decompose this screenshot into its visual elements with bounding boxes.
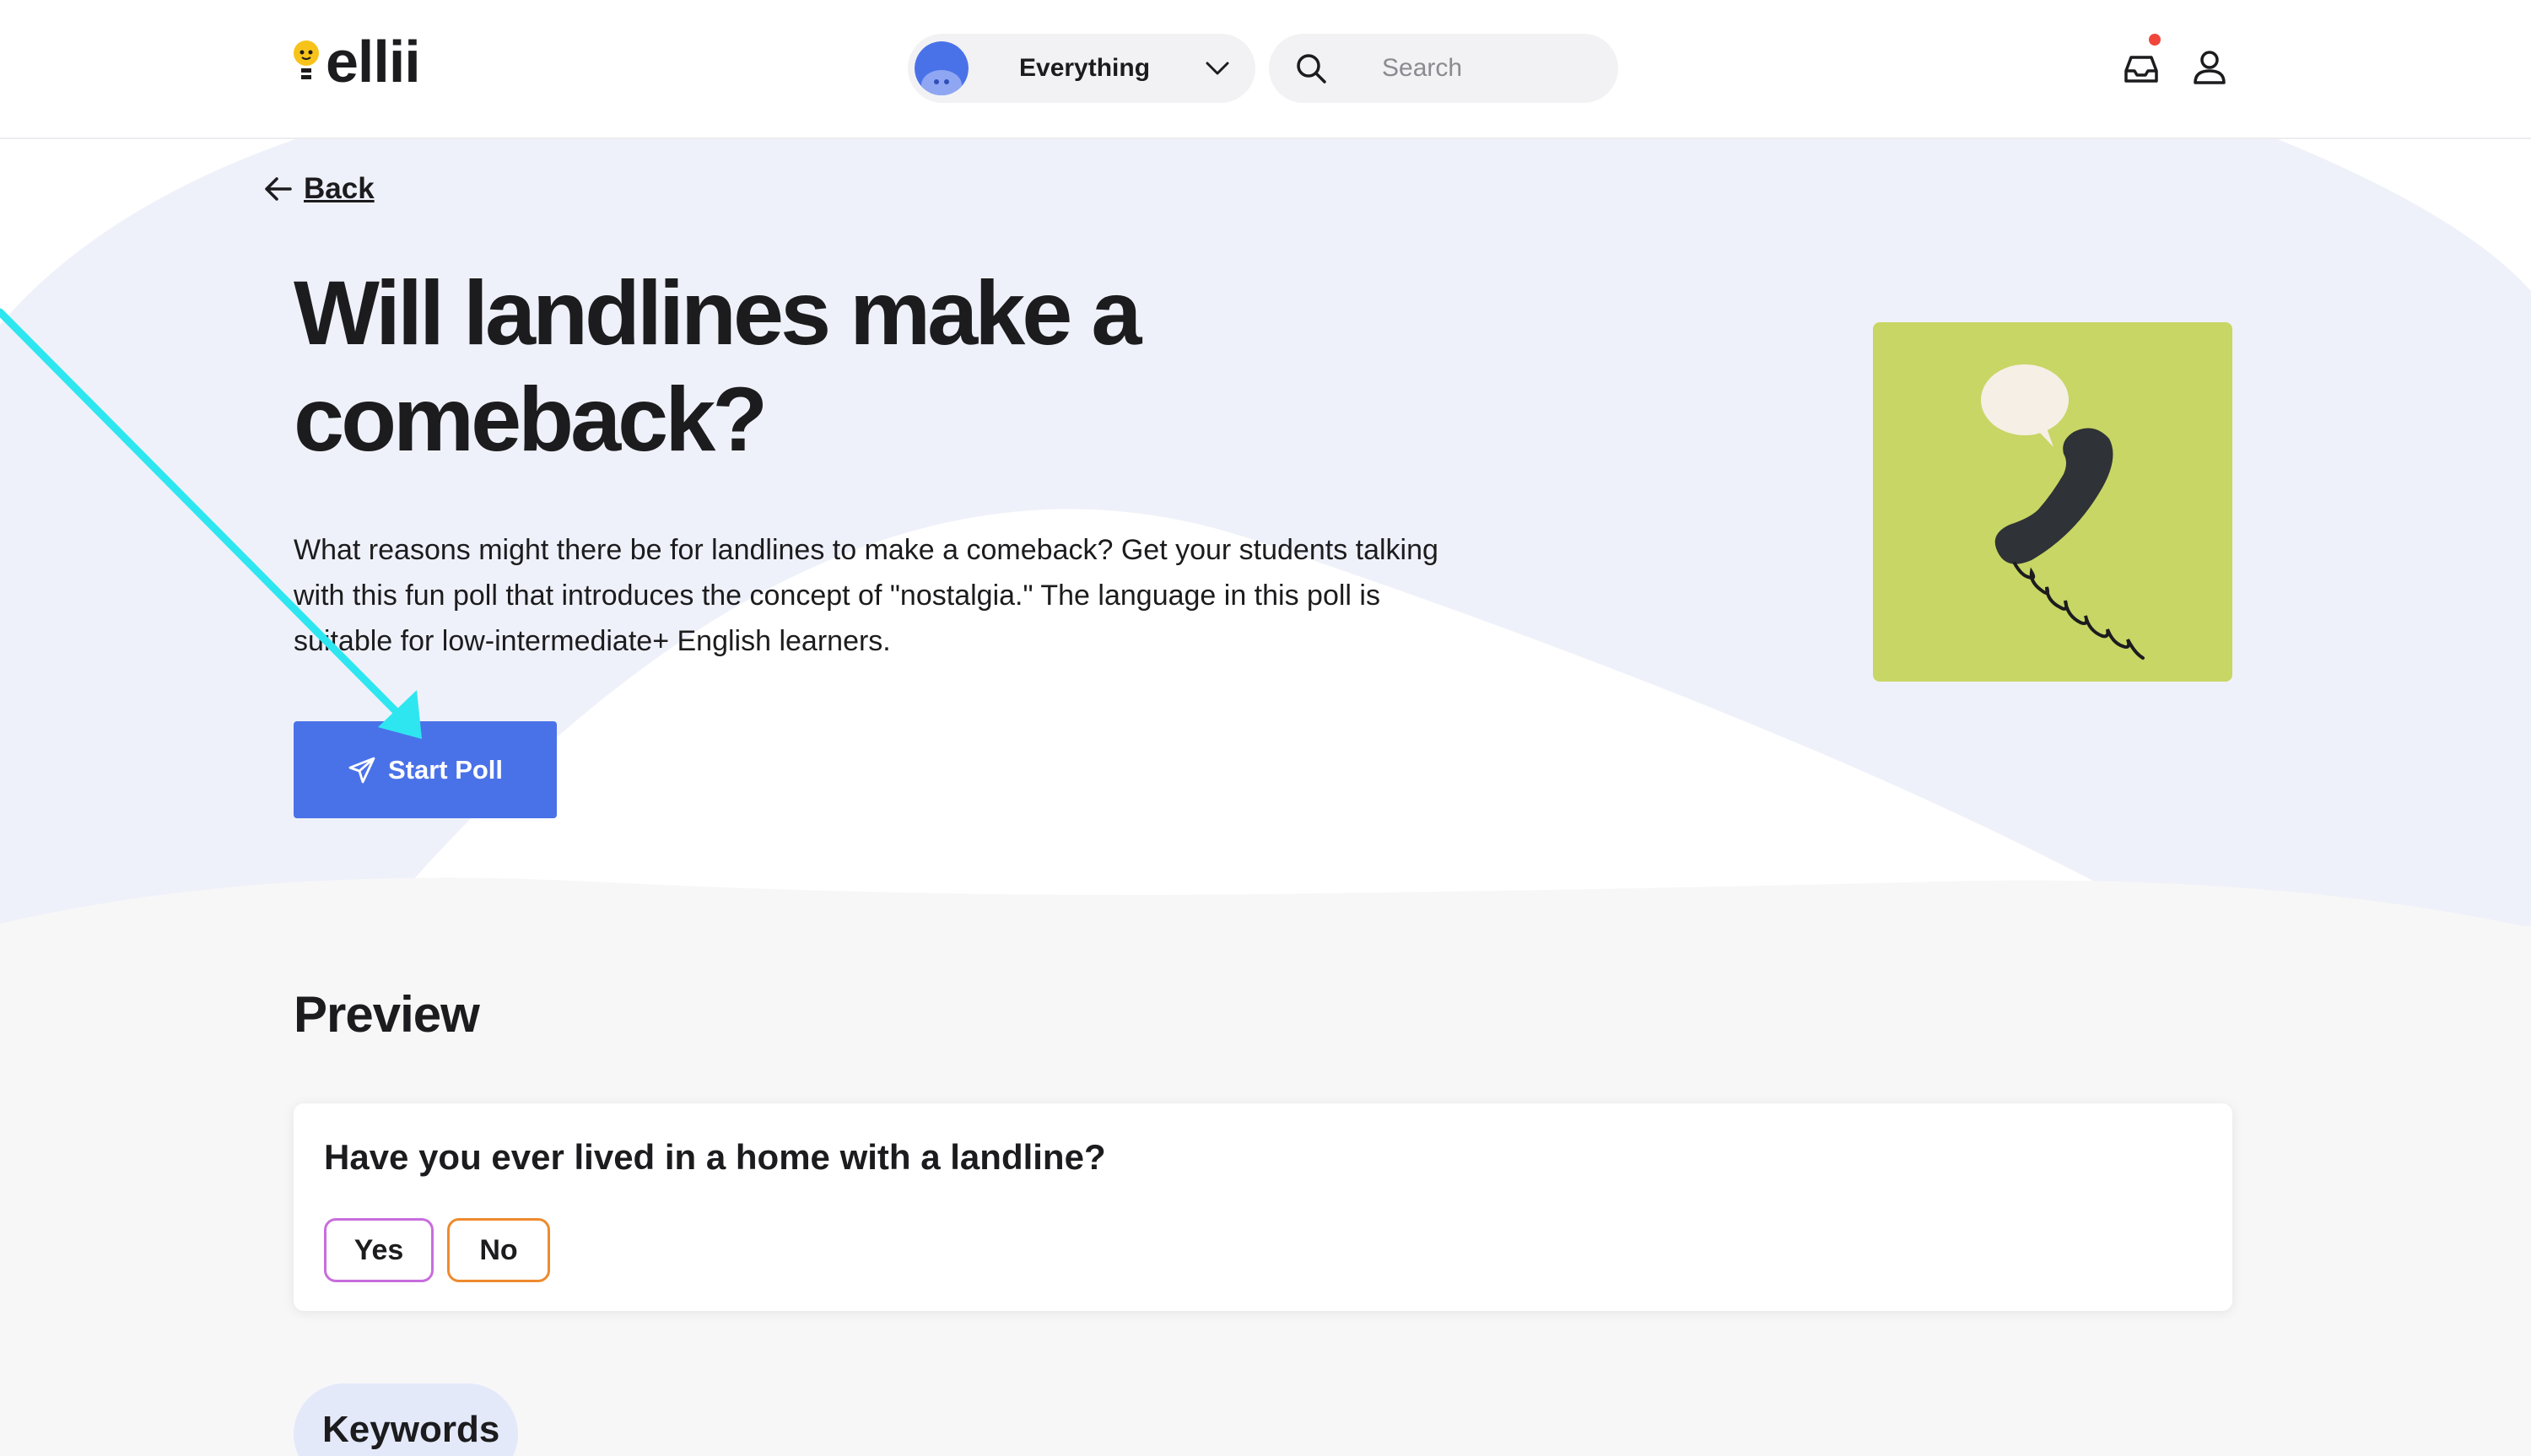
search-bar (1269, 34, 1618, 103)
scope-label: Everything (1019, 54, 1151, 82)
top-header: ellii Everything (0, 0, 2531, 139)
start-poll-button[interactable]: Start Poll (294, 721, 557, 818)
search-input[interactable] (1382, 54, 1593, 83)
back-label: Back (304, 172, 375, 205)
ellii-logo[interactable]: ellii (292, 29, 421, 94)
poll-question: Have you ever lived in a home with a lan… (324, 1137, 1106, 1177)
lightbulb-icon (294, 40, 319, 79)
arrow-left-icon (265, 177, 292, 201)
inbox-icon[interactable] (2123, 51, 2160, 88)
poll-preview-card: Have you ever lived in a home with a lan… (294, 1103, 2232, 1311)
paper-plane-icon (348, 757, 375, 783)
scope-dropdown[interactable]: Everything (908, 34, 1255, 103)
scope-avatar-icon (915, 41, 969, 95)
logo-text: ellii (326, 29, 421, 94)
user-icon[interactable] (2192, 49, 2227, 86)
option-no-button[interactable]: No (447, 1218, 550, 1282)
start-poll-label: Start Poll (387, 754, 504, 785)
option-yes-button[interactable]: Yes (324, 1218, 434, 1282)
telephone-illustration-icon (1981, 364, 2145, 660)
search-icon[interactable] (1294, 51, 1328, 85)
page-title: Will landlines make a comeback? (294, 262, 1141, 470)
poll-thumbnail (1873, 322, 2232, 682)
notification-badge (2149, 34, 2161, 46)
keywords-heading: Keywords (294, 1383, 518, 1456)
preview-heading: Preview (294, 986, 480, 1043)
chevron-down-icon (1206, 62, 1229, 75)
poll-description: What reasons might there be for landline… (294, 534, 1438, 657)
back-link[interactable]: Back (263, 172, 375, 206)
